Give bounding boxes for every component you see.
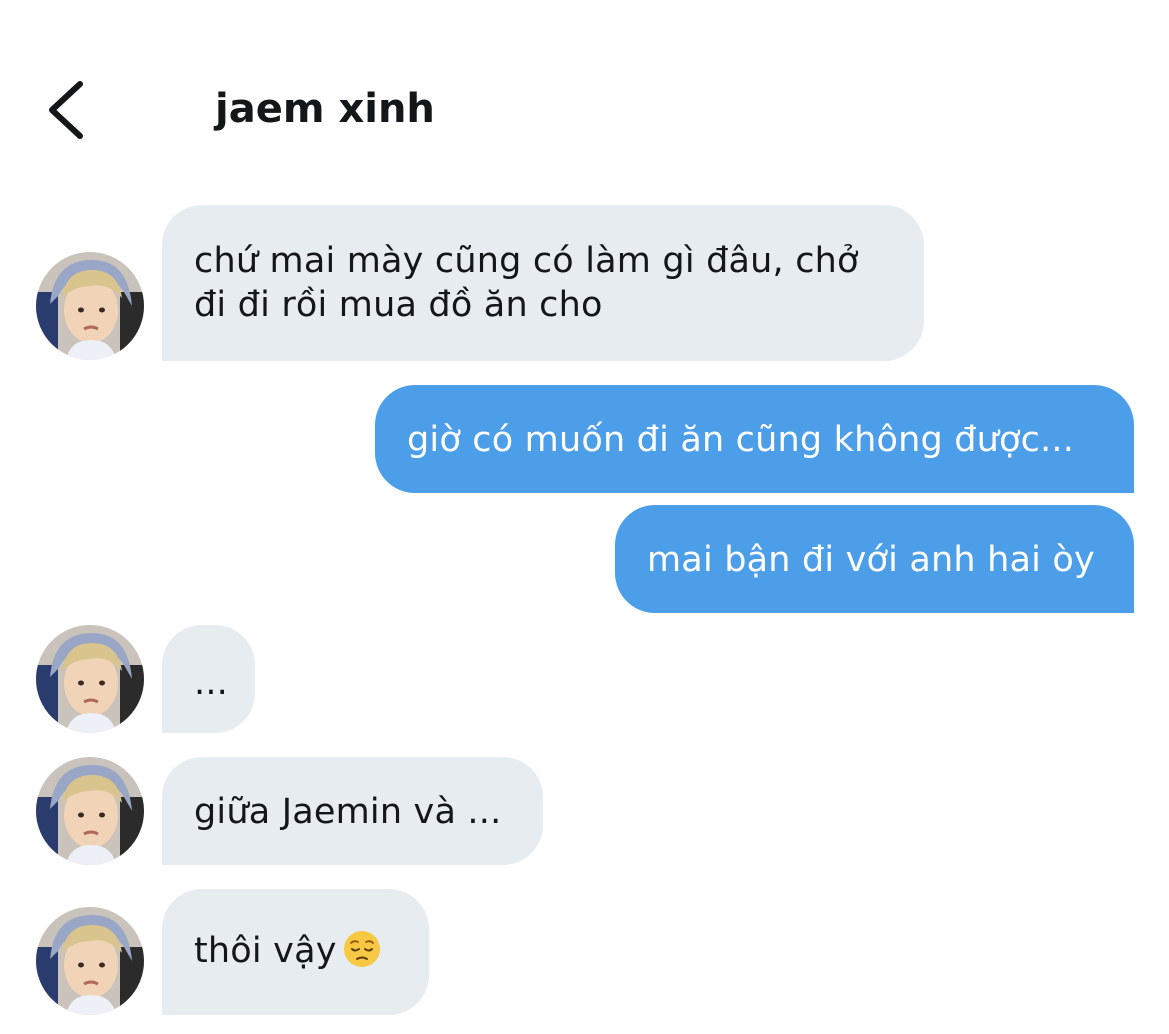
message-text: mai bận đi với anh hai òy — [647, 540, 1095, 580]
message-text: thôi vậy — [194, 931, 337, 971]
avatar[interactable] — [36, 625, 144, 733]
message-bubble[interactable]: thôi vậy — [162, 889, 429, 1015]
chat-header: jaem xinh — [0, 0, 1169, 180]
avatar[interactable] — [36, 757, 144, 865]
message-text: giữa Jaemin và ... — [194, 792, 502, 832]
pensive-face-emoji — [343, 931, 380, 967]
avatar[interactable] — [36, 252, 144, 360]
message-bubble[interactable]: giờ có muốn đi ăn cũng không được... — [375, 385, 1134, 493]
message-bubble[interactable]: ... — [162, 625, 255, 733]
message-bubble[interactable]: chứ mai mày cũng có làm gì đâu, chở đi đ… — [162, 205, 924, 361]
chevron-left-icon — [49, 81, 83, 139]
conversation-title: jaem xinh — [215, 86, 435, 132]
avatar[interactable] — [36, 907, 144, 1015]
message-bubble[interactable]: giữa Jaemin và ... — [162, 757, 543, 865]
message-bubble[interactable]: mai bận đi với anh hai òy — [615, 505, 1134, 613]
message-text: chứ mai mày cũng có làm gì đâu, chở — [194, 241, 859, 281]
message-text: đi đi rồi mua đồ ăn cho — [194, 285, 603, 325]
message-text: ... — [194, 663, 228, 703]
message-text: giờ có muốn đi ăn cũng không được... — [407, 420, 1075, 460]
back-button[interactable] — [40, 72, 100, 148]
